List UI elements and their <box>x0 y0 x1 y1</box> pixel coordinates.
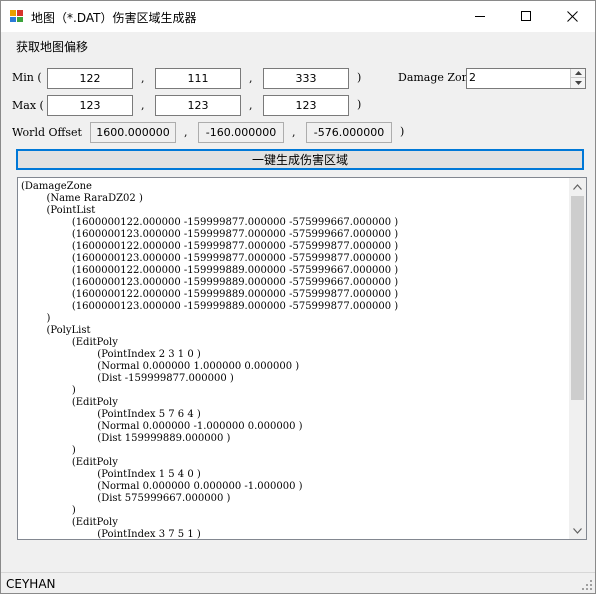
status-bar: CEYHAN <box>1 572 595 593</box>
world-offset-y-field: -160.000000 <box>198 122 284 143</box>
min-label: Min ( <box>12 71 42 84</box>
menu-bar: 获取地图偏移 <box>1 32 595 58</box>
resize-grip-icon[interactable] <box>582 580 592 590</box>
output-text: (DamageZone (Name RaraDZ02 ) (PointList … <box>21 181 399 540</box>
min-sep-2: , <box>249 72 253 85</box>
max-sep-1: , <box>141 99 145 112</box>
max-y-input[interactable]: 123 <box>155 95 241 116</box>
app-window: 地图（*.DAT）伤害区域生成器 获取地图偏移 Min ( 122 , 111 … <box>0 0 596 594</box>
world-offset-label: World Offset <box>12 126 82 139</box>
world-offset-x-field: 1600.000000 <box>90 122 176 143</box>
min-z-input[interactable]: 333 <box>263 68 349 89</box>
offset-sep-1: , <box>184 126 188 139</box>
maximize-icon <box>520 11 531 21</box>
max-sep-2: , <box>249 99 253 112</box>
min-close-paren: ) <box>357 71 362 84</box>
spin-down-button[interactable] <box>571 78 585 87</box>
status-text: CEYHAN <box>6 577 56 591</box>
damage-zone-value: 2 <box>469 71 476 84</box>
close-icon <box>566 11 578 22</box>
chevron-down-icon <box>573 527 582 534</box>
scroll-down-button[interactable] <box>569 522 586 539</box>
minimize-icon <box>474 16 485 17</box>
maximize-button[interactable] <box>503 1 549 32</box>
max-x-input[interactable]: 123 <box>47 95 133 116</box>
offset-close-paren: ) <box>400 125 405 138</box>
offset-sep-2: , <box>292 126 296 139</box>
damage-zone-spinner[interactable]: 2 <box>466 68 586 89</box>
min-y-input[interactable]: 111 <box>155 68 241 89</box>
output-textarea[interactable]: (DamageZone (Name RaraDZ02 ) (PointList … <box>17 177 587 540</box>
spinner-buttons <box>570 69 585 88</box>
max-close-paren: ) <box>357 98 362 111</box>
scroll-up-button[interactable] <box>569 178 586 195</box>
generate-damage-zone-button[interactable]: 一键生成伤害区域 <box>16 149 584 170</box>
minimize-button[interactable] <box>457 1 503 32</box>
max-z-input[interactable]: 123 <box>263 95 349 116</box>
vertical-scrollbar[interactable] <box>569 178 586 539</box>
menu-get-map-offset[interactable]: 获取地图偏移 <box>16 38 88 55</box>
chevron-up-icon <box>573 183 582 190</box>
chevron-down-icon <box>574 80 582 85</box>
scroll-thumb[interactable] <box>571 196 584 400</box>
window-title: 地图（*.DAT）伤害区域生成器 <box>31 11 197 25</box>
max-label: Max ( <box>12 99 44 112</box>
map-app-icon <box>10 10 23 22</box>
spin-up-button[interactable] <box>571 69 585 78</box>
min-sep-1: , <box>141 72 145 85</box>
chevron-up-icon <box>574 71 582 75</box>
min-x-input[interactable]: 122 <box>47 68 133 89</box>
damage-zone-label: Damage Zone <box>398 71 476 84</box>
world-offset-z-field: -576.000000 <box>306 122 392 143</box>
title-bar[interactable]: 地图（*.DAT）伤害区域生成器 <box>1 1 595 32</box>
close-button[interactable] <box>549 1 595 32</box>
